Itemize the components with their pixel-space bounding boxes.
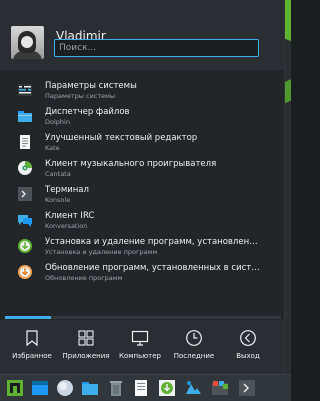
tab-indicator-fill bbox=[5, 316, 51, 319]
item-title: Установка и удаление программ, установле… bbox=[45, 237, 260, 247]
grid-icon bbox=[78, 330, 94, 346]
search-input[interactable] bbox=[54, 39, 259, 57]
list-item-install-remove-software[interactable]: Установка и удаление программ, установле… bbox=[0, 234, 284, 260]
tab-label: Приложения bbox=[62, 352, 110, 360]
item-subtitle: Konversation bbox=[45, 222, 88, 230]
software-install-icon bbox=[18, 239, 32, 253]
music-player-icon bbox=[18, 161, 32, 175]
item-title: Параметры системы bbox=[45, 81, 137, 91]
item-title: Обновление программ, установленных в сис… bbox=[45, 263, 260, 273]
tab-applications[interactable]: Приложения bbox=[58, 320, 114, 373]
item-subtitle: Dolphin bbox=[45, 118, 70, 126]
irc-chat-icon bbox=[18, 215, 32, 227]
application-launcher-menu: Vladimir Параметры системы Параметры сис… bbox=[0, 0, 285, 373]
item-subtitle: Установка и удаление программ bbox=[45, 248, 158, 256]
document-icon[interactable] bbox=[131, 378, 151, 398]
globe-icon[interactable] bbox=[55, 378, 75, 398]
browser-window-icon[interactable] bbox=[30, 378, 50, 398]
text-editor-icon bbox=[20, 135, 30, 149]
list-item-system-settings[interactable]: Параметры системы Параметры системы bbox=[0, 78, 284, 104]
tab-leave[interactable]: Выход bbox=[220, 320, 276, 373]
item-title: Клиент музыкального проигрывателя bbox=[45, 159, 217, 169]
settings-icon bbox=[18, 84, 32, 96]
clock-icon bbox=[186, 330, 202, 346]
launcher-header: Vladimir bbox=[0, 0, 284, 70]
favorites-list: Параметры системы Параметры системы Дисп… bbox=[0, 78, 284, 286]
list-item-irc-client[interactable]: Клиент IRC Konversation bbox=[0, 208, 284, 234]
trash-icon[interactable] bbox=[106, 378, 126, 398]
item-title: Улучшенный текстовый редактор bbox=[45, 133, 198, 143]
tab-computer[interactable]: Компьютер bbox=[112, 320, 168, 373]
user-avatar[interactable] bbox=[11, 26, 44, 59]
item-title: Клиент IRC bbox=[45, 211, 95, 221]
launcher-tabs: Избранное Приложения Компьютер Последние… bbox=[0, 320, 284, 373]
monitor-icon bbox=[131, 330, 149, 346]
list-item-terminal[interactable]: Терминал Konsole bbox=[0, 182, 284, 208]
menu-launcher-icon[interactable] bbox=[5, 378, 25, 398]
item-subtitle: Обновление программ bbox=[45, 274, 123, 282]
tab-label: Последние bbox=[173, 352, 215, 360]
tab-indicator bbox=[5, 316, 281, 319]
item-title: Терминал bbox=[45, 185, 89, 195]
download-icon[interactable] bbox=[157, 378, 177, 398]
list-item-text-editor[interactable]: Улучшенный текстовый редактор Kate bbox=[0, 130, 284, 156]
tab-label: Избранное bbox=[12, 352, 52, 360]
tab-label: Выход bbox=[236, 352, 260, 360]
photos-icon[interactable] bbox=[183, 378, 203, 398]
item-subtitle: Kate bbox=[45, 144, 60, 152]
tab-recent[interactable]: Последние bbox=[166, 320, 222, 373]
software-update-icon bbox=[18, 265, 32, 279]
item-subtitle: Konsole bbox=[45, 196, 71, 204]
terminal-icon bbox=[18, 187, 32, 201]
item-subtitle: Параметры системы bbox=[45, 92, 116, 100]
leave-icon bbox=[240, 330, 256, 346]
list-item-file-manager[interactable]: Диспетчер файлов Dolphin bbox=[0, 104, 284, 130]
tab-label: Компьютер bbox=[119, 352, 161, 360]
terminal-icon[interactable] bbox=[237, 378, 257, 398]
folder-icon bbox=[18, 111, 32, 122]
taskbar bbox=[0, 374, 291, 401]
bookmark-icon bbox=[26, 330, 38, 347]
tab-favorites[interactable]: Избранное bbox=[4, 320, 60, 373]
folder-icon[interactable] bbox=[80, 378, 100, 398]
item-title: Диспетчер файлов bbox=[45, 107, 130, 117]
list-item-update-software[interactable]: Обновление программ, установленных в сис… bbox=[0, 260, 284, 286]
item-subtitle: Cantata bbox=[45, 170, 71, 178]
package-icon[interactable] bbox=[210, 378, 230, 398]
list-item-music-player[interactable]: Клиент музыкального проигрывателя Cantat… bbox=[0, 156, 284, 182]
